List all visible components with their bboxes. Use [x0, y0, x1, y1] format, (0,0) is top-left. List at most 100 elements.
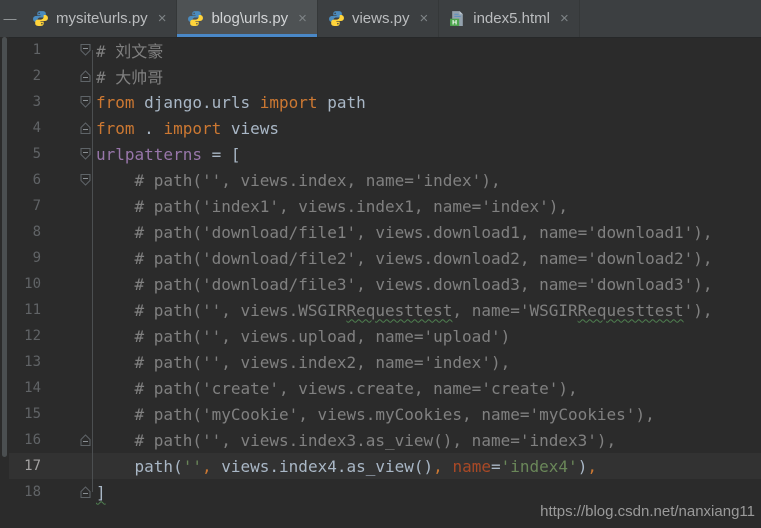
- code-token: # path('create', views.create, name='cre…: [96, 379, 578, 398]
- code-line-5[interactable]: 5 urlpatterns = [: [9, 141, 761, 167]
- code-text: # path('', views.index3.as_view(), name=…: [96, 431, 761, 450]
- tab-mysite-urls-py[interactable]: mysite\urls.py ×: [22, 0, 177, 37]
- code-line-8[interactable]: 8 # path('download/file1', views.downloa…: [9, 219, 761, 245]
- tool-window-collapse-handle[interactable]: —: [0, 0, 20, 37]
- code-line-16[interactable]: 16 # path('', views.index3.as_view(), na…: [9, 427, 761, 453]
- code-token: ,: [433, 457, 443, 476]
- python-file-icon: [328, 10, 345, 27]
- code-line-13[interactable]: 13 # path('', views.index2, name='index'…: [9, 349, 761, 375]
- code-token: # path('', views.index2, name='index'),: [96, 353, 510, 372]
- line-number[interactable]: 15: [9, 406, 41, 422]
- code-token: Requesttest: [346, 301, 452, 320]
- line-number[interactable]: 13: [9, 354, 41, 370]
- line-number[interactable]: 5: [9, 146, 41, 162]
- code-token: from: [96, 119, 135, 138]
- code-token: ,: [587, 457, 597, 476]
- fold-collapse-icon[interactable]: [80, 148, 91, 160]
- fold-end-icon[interactable]: [80, 434, 91, 446]
- tab-label: index5.html: [473, 10, 550, 27]
- code-text: urlpatterns = [: [96, 145, 761, 164]
- code-line-9[interactable]: 9 # path('download/file2', views.downloa…: [9, 245, 761, 271]
- code-text: # path('index1', views.index1, name='ind…: [96, 197, 761, 216]
- gutter-fold-column: [41, 245, 96, 271]
- code-line-3[interactable]: 3 from django.urls import path: [9, 89, 761, 115]
- code-text: # 刘文豪: [96, 38, 761, 62]
- gutter-fold-column: [41, 375, 96, 401]
- fold-collapse-icon[interactable]: [80, 44, 91, 56]
- code-token: import: [260, 93, 318, 112]
- code-text: from django.urls import path: [96, 93, 761, 112]
- code-token: = [: [202, 145, 241, 164]
- code-token: ): [578, 457, 588, 476]
- code-token: path: [318, 93, 366, 112]
- html-file-icon: H: [449, 10, 466, 27]
- close-icon[interactable]: ×: [419, 11, 428, 26]
- code-line-12[interactable]: 12 # path('', views.upload, name='upload…: [9, 323, 761, 349]
- gutter-fold-column: [41, 479, 96, 505]
- code-token: views: [221, 119, 279, 138]
- code-text: # path('', views.upload, name='upload'): [96, 327, 761, 346]
- code-token: ,: [202, 457, 212, 476]
- line-number[interactable]: 11: [9, 302, 41, 318]
- code-token: [443, 457, 453, 476]
- code-text: # path('', views.index2, name='index'),: [96, 353, 761, 372]
- code-editor[interactable]: 1 # 刘文豪 2 # 大帅哥 3 from django.urls import pat…: [9, 37, 761, 528]
- line-number[interactable]: 9: [9, 250, 41, 266]
- code-token: 'index4': [501, 457, 578, 476]
- left-tool-strip: [0, 37, 9, 528]
- code-text: # path('download/file1', views.download1…: [96, 223, 761, 242]
- code-text: path('', views.index4.as_view(), name='i…: [96, 457, 761, 476]
- code-line-15[interactable]: 15 # path('myCookie', views.myCookies, n…: [9, 401, 761, 427]
- code-text: # path('create', views.create, name='cre…: [96, 379, 761, 398]
- code-line-10[interactable]: 10 # path('download/file3', views.downlo…: [9, 271, 761, 297]
- gutter-fold-column: [41, 167, 96, 193]
- line-number[interactable]: 4: [9, 120, 41, 136]
- line-number[interactable]: 3: [9, 94, 41, 110]
- tab-blog-urls-py[interactable]: blog\urls.py ×: [177, 0, 317, 37]
- gutter-fold-column: [41, 193, 96, 219]
- fold-collapse-icon[interactable]: [80, 96, 91, 108]
- tab-views-py[interactable]: views.py ×: [318, 0, 439, 37]
- close-icon[interactable]: ×: [298, 11, 307, 26]
- code-line-4[interactable]: 4from . import views: [9, 115, 761, 141]
- code-token: # path('', views.index3.as_view(), name=…: [96, 431, 616, 450]
- code-token: # 大帅哥: [96, 68, 163, 87]
- code-line-11[interactable]: 11 # path('', views.WSGIRRequesttest, na…: [9, 297, 761, 323]
- code-line-1[interactable]: 1 # 刘文豪: [9, 37, 761, 63]
- code-line-17[interactable]: 17 path('', views.index4.as_view(), name…: [9, 453, 761, 479]
- code-line-14[interactable]: 14 # path('create', views.create, name='…: [9, 375, 761, 401]
- line-number[interactable]: 2: [9, 68, 41, 84]
- line-number[interactable]: 7: [9, 198, 41, 214]
- gutter-fold-column: [41, 453, 96, 479]
- fold-end-icon[interactable]: [80, 122, 91, 134]
- gutter-fold-column: [41, 323, 96, 349]
- line-number[interactable]: 18: [9, 484, 41, 500]
- line-number[interactable]: 12: [9, 328, 41, 344]
- close-icon[interactable]: ×: [560, 11, 569, 26]
- tab-label: mysite\urls.py: [56, 10, 148, 27]
- fold-collapse-icon[interactable]: [80, 174, 91, 186]
- gutter-fold-column: [41, 349, 96, 375]
- code-line-6[interactable]: 6 # path('', views.index, name='index'),: [9, 167, 761, 193]
- line-number[interactable]: 1: [9, 42, 41, 58]
- gutter-fold-column: [41, 401, 96, 427]
- scrollbar-thumb[interactable]: [2, 37, 7, 457]
- fold-end-icon[interactable]: [80, 486, 91, 498]
- line-number[interactable]: 16: [9, 432, 41, 448]
- fold-end-icon[interactable]: [80, 70, 91, 82]
- tab-label: views.py: [352, 10, 410, 27]
- editor-tab-bar: — mysite\urls.py × blog\urls.py ×: [0, 0, 761, 38]
- line-number[interactable]: 8: [9, 224, 41, 240]
- line-number[interactable]: 14: [9, 380, 41, 396]
- code-line-7[interactable]: 7 # path('index1', views.index1, name='i…: [9, 193, 761, 219]
- tab-index5-html[interactable]: H index5.html ×: [439, 0, 579, 37]
- close-icon[interactable]: ×: [158, 11, 167, 26]
- line-number[interactable]: 6: [9, 172, 41, 188]
- code-token: # path('', views.upload, name='upload'): [96, 327, 510, 346]
- code-token: ]: [96, 483, 106, 502]
- code-line-18[interactable]: 18]: [9, 479, 761, 505]
- line-number[interactable]: 10: [9, 276, 41, 292]
- line-number[interactable]: 17: [9, 458, 41, 474]
- code-line-2[interactable]: 2 # 大帅哥: [9, 63, 761, 89]
- code-token: Requesttest: [578, 301, 684, 320]
